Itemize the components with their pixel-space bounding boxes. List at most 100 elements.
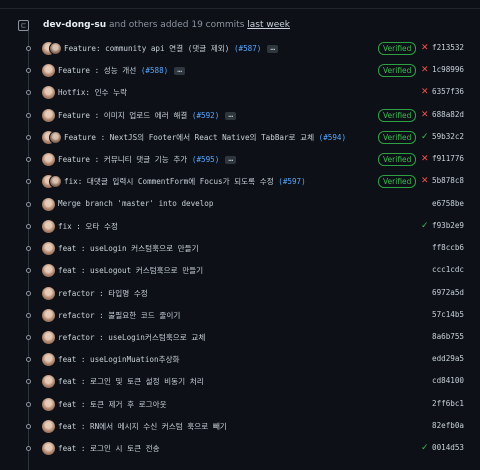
commit-row[interactable]: feat : useLogin 커스텀훅으로 만들기 ff8ccb6 [0,238,480,260]
header-time-link[interactable]: last week [247,20,290,30]
check-failure-icon[interactable]: ✕ [421,153,429,165]
avatar[interactable] [42,331,55,344]
commit-title-link[interactable]: feat : useLogin 커스텀훅으로 만들기 [58,244,199,253]
commit-row[interactable]: feat : RN에서 메시지 수신 커스텀 훅으로 빼기 82efb0a [0,416,480,438]
commit-row[interactable]: feat : 로그인 시 토큰 전송 ✓ 0014d53 [0,438,480,460]
avatar[interactable] [42,64,55,77]
expand-message-button[interactable]: … [225,111,237,120]
commit-row[interactable]: Feature : NextJS의 Footer에서 React Native의… [0,127,480,149]
commit-title-link[interactable]: Merge branch 'master' into develop [58,199,213,208]
avatar[interactable] [42,242,55,255]
avatar[interactable] [42,109,55,122]
commit-row[interactable]: Merge branch 'master' into develop e6758b… [0,194,480,216]
commit-sha-link[interactable]: 5b878c8 [432,176,464,185]
commit-sha-link[interactable]: 0014d53 [432,443,464,452]
commit-title-link[interactable]: Feature : 성능 개선 [58,66,141,75]
commit-title-link[interactable]: Feature : 이미지 업로드 에러 해결 [58,111,192,120]
commit-title-link[interactable]: feat : RN에서 메시지 수신 커스텀 훅으로 빼기 [58,422,227,431]
pull-request-link[interactable]: (#587) [234,44,261,53]
commit-sha-link[interactable]: ccc1cdc [432,265,464,274]
commit-title-link[interactable]: Feature: community api 연결 (댓글 제외) [64,44,234,53]
commit-row[interactable]: fix : 오타 수정 ✓ f93b2e9 [0,216,480,238]
commit-sha-link[interactable]: 6972a5d [432,288,464,297]
check-failure-icon[interactable]: ✕ [421,64,429,76]
commit-row[interactable]: refactor : 불필요한 코드 줄이기 57c14b5 [0,305,480,327]
expand-message-button[interactable]: … [174,66,186,75]
commit-title-link[interactable]: Feature : 커뮤니티 댓글 기능 추가 [58,155,192,164]
check-failure-icon[interactable]: ✕ [421,42,429,54]
pull-request-link[interactable]: (#595) [192,155,219,164]
commit-sha-link[interactable]: cd84100 [432,376,464,385]
commit-title-link[interactable]: feat : useLogout 커스텀훅으로 만들기 [58,266,203,275]
commit-title-link[interactable]: fix : 오타 수정 [58,222,118,231]
commit-row[interactable]: refactor : 타입명 수정 6972a5d [0,283,480,305]
commit-sha-link[interactable]: ff8ccb6 [432,243,464,252]
verified-badge[interactable]: Verified [378,42,417,55]
avatar[interactable] [42,420,55,433]
co-author-avatar[interactable] [49,175,62,188]
pull-request-link[interactable]: (#592) [192,111,219,120]
commit-sha-link[interactable]: 59b32c2 [432,132,464,141]
co-author-avatar[interactable] [49,131,62,144]
commit-row[interactable]: Feature : 성능 개선 (#588) … Verified ✕ 1c98996 [0,60,480,82]
commit-title-link[interactable]: refactor : 타입명 수정 [58,289,148,298]
commit-sha-link[interactable]: f213532 [432,43,464,52]
avatar[interactable] [42,398,55,411]
commit-title-link[interactable]: feat : useLoginMuation추상화 [58,355,180,364]
commit-sha-link[interactable]: 57c14b5 [432,310,464,319]
commit-title-link[interactable]: fix: 대댓글 입력시 CommentForm에 Focus가 되도록 수정 [64,177,278,186]
commit-sha-link[interactable]: f911776 [432,154,464,163]
commit-title-link[interactable]: Feature : NextJS의 Footer에서 React Native의… [64,133,319,142]
avatar[interactable] [42,375,55,388]
commit-title-link[interactable]: refactor : useLogin커스텀훅으로 교체 [58,333,205,342]
commit-row[interactable]: Feature : 커뮤니티 댓글 기능 추가 (#595) … Verified ✕… [0,149,480,171]
commit-sha-link[interactable]: 8a6b755 [432,332,464,341]
commit-sha-link[interactable]: 6357f36 [432,87,464,96]
expand-message-button[interactable]: … [225,155,237,164]
header-user-link[interactable]: dev-dong-su [43,20,106,30]
check-failure-icon[interactable]: ✕ [421,109,429,121]
commit-sha-link[interactable]: 82efb0a [432,421,464,430]
check-success-icon[interactable]: ✓ [421,220,429,232]
check-success-icon[interactable]: ✓ [421,442,429,454]
commit-title-link[interactable]: Hotfix: 인수 누락 [58,88,127,97]
verified-badge[interactable]: Verified [378,175,417,188]
commit-sha-link[interactable]: 688a82d [432,110,464,119]
commit-row[interactable]: fix: 대댓글 입력시 CommentForm에 Focus가 되도록 수정 … [0,171,480,193]
expand-message-button[interactable]: … [267,44,279,53]
pull-request-link[interactable]: (#588) [141,66,168,75]
verified-badge[interactable]: Verified [378,131,417,144]
commit-sha-link[interactable]: edd29a5 [432,354,464,363]
commit-row[interactable]: Feature: community api 연결 (댓글 제외) (#587)… [0,38,480,60]
commit-row[interactable]: feat : useLogout 커스텀훅으로 만들기 ccc1cdc [0,260,480,282]
avatar[interactable] [42,220,55,233]
commit-sha-link[interactable]: 2ff6bc1 [432,399,464,408]
commit-row[interactable]: feat : 토큰 제거 후 로그아웃 2ff6bc1 [0,394,480,416]
check-failure-icon[interactable]: ✕ [421,175,429,187]
avatar[interactable] [42,353,55,366]
commit-sha-link[interactable]: f93b2e9 [432,221,464,230]
commit-title-link[interactable]: feat : 로그인 시 토큰 전송 [58,444,160,453]
commit-row[interactable]: feat : 로그인 및 토큰 설정 비동기 처리 cd84100 [0,371,480,393]
commit-sha-link[interactable]: e6758be [432,199,464,208]
verified-badge[interactable]: Verified [378,64,417,77]
co-author-avatar[interactable] [49,42,62,55]
commit-title-link[interactable]: refactor : 불필요한 코드 줄이기 [58,311,180,320]
commit-row[interactable]: feat : useLoginMuation추상화 edd29a5 [0,349,480,371]
commit-row[interactable]: Hotfix: 인수 누락 ✕ 6357f36 [0,82,480,104]
verified-badge[interactable]: Verified [378,153,417,166]
avatar[interactable] [42,442,55,455]
avatar[interactable] [42,264,55,277]
avatar[interactable] [42,153,55,166]
avatar[interactable] [42,287,55,300]
commit-row[interactable]: Feature : 이미지 업로드 에러 해결 (#592) … Verified ✕… [0,105,480,127]
avatar[interactable] [42,309,55,322]
avatar[interactable] [42,198,55,211]
commit-title-link[interactable]: feat : 토큰 제거 후 로그아웃 [58,400,167,409]
verified-badge[interactable]: Verified [378,109,417,122]
check-success-icon[interactable]: ✓ [421,131,429,143]
pull-request-link[interactable]: (#594) [319,133,346,142]
commit-row[interactable]: refactor : useLogin커스텀훅으로 교체 8a6b755 [0,327,480,349]
pull-request-link[interactable]: (#597) [278,177,305,186]
commit-sha-link[interactable]: 1c98996 [432,65,464,74]
